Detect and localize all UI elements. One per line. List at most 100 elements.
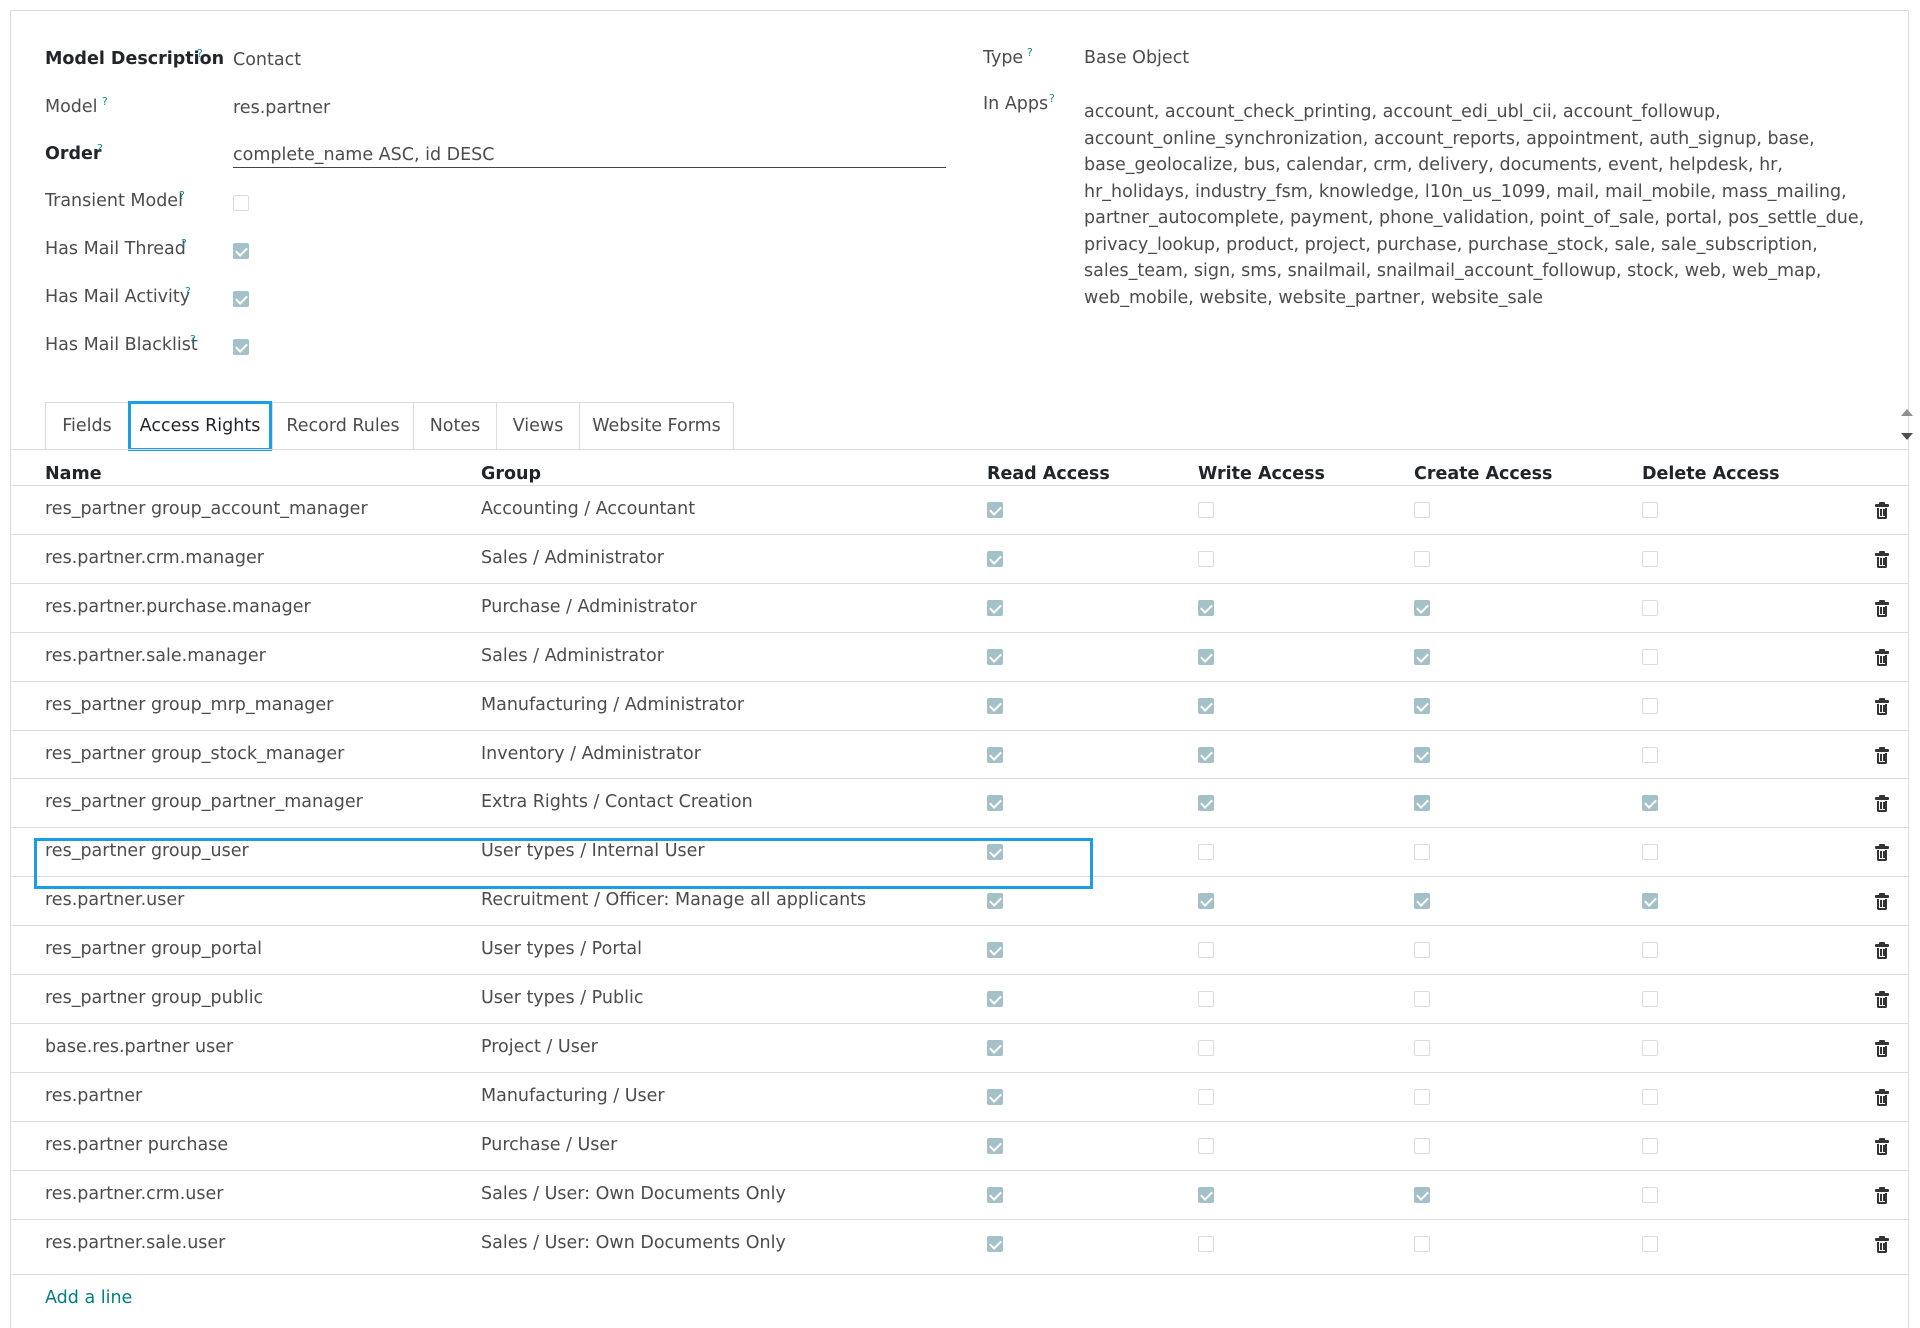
trash-icon[interactable]: [1875, 502, 1889, 519]
row-group[interactable]: Accounting / Accountant: [481, 499, 695, 519]
read-access-checkbox[interactable]: [987, 942, 1003, 958]
read-access-checkbox[interactable]: [987, 649, 1003, 665]
transient-model-checkbox[interactable]: [233, 195, 249, 211]
trash-icon[interactable]: [1875, 698, 1889, 715]
row-group[interactable]: Inventory / Administrator: [481, 744, 701, 764]
write-access-checkbox[interactable]: [1198, 1138, 1214, 1154]
write-access-checkbox[interactable]: [1198, 600, 1214, 616]
create-access-checkbox[interactable]: [1414, 942, 1430, 958]
row-name[interactable]: res.partner purchase: [45, 1135, 228, 1155]
row-name[interactable]: res.partner.sale.user: [45, 1233, 225, 1253]
caret-up-icon[interactable]: [1901, 409, 1913, 416]
create-access-checkbox[interactable]: [1414, 649, 1430, 665]
row-name[interactable]: base.res.partner user: [45, 1037, 233, 1057]
trash-icon[interactable]: [1875, 1187, 1889, 1204]
help-icon[interactable]: ?: [1027, 46, 1033, 59]
write-access-checkbox[interactable]: [1198, 502, 1214, 518]
table-row[interactable]: res_partner group_portal User types / Por…: [11, 925, 1908, 974]
table-row[interactable]: res.partner.crm.manager Sales / Administr…: [11, 534, 1908, 583]
row-name[interactable]: res.partner.user: [45, 890, 184, 910]
table-row[interactable]: res_partner group_account_manager Account…: [11, 485, 1908, 534]
row-group[interactable]: Manufacturing / User: [481, 1086, 665, 1106]
create-access-checkbox[interactable]: [1414, 1187, 1430, 1203]
column-header-group[interactable]: Group: [481, 464, 541, 484]
trash-icon[interactable]: [1875, 991, 1889, 1008]
trash-icon[interactable]: [1875, 942, 1889, 959]
delete-access-checkbox[interactable]: [1642, 649, 1658, 665]
column-header-write-access[interactable]: Write Access: [1198, 464, 1325, 484]
row-name[interactable]: res_partner group_stock_manager: [45, 744, 344, 764]
table-row[interactable]: res_partner group_stock_manager Inventory…: [11, 730, 1908, 779]
table-row[interactable]: res.partner.sale.user Sales / User: Own D…: [11, 1219, 1908, 1268]
delete-access-checkbox[interactable]: [1642, 795, 1658, 811]
trash-icon[interactable]: [1875, 600, 1889, 617]
tab-access-rights[interactable]: Access Rights: [128, 401, 272, 451]
row-group[interactable]: Sales / Administrator: [481, 646, 664, 666]
write-access-checkbox[interactable]: [1198, 1236, 1214, 1252]
write-access-checkbox[interactable]: [1198, 1040, 1214, 1056]
table-row[interactable]: base.res.partner user Project / User: [11, 1023, 1908, 1072]
write-access-checkbox[interactable]: [1198, 795, 1214, 811]
delete-access-checkbox[interactable]: [1642, 1187, 1658, 1203]
tab-fields[interactable]: Fields: [45, 402, 129, 450]
create-access-checkbox[interactable]: [1414, 600, 1430, 616]
row-name[interactable]: res.partner.purchase.manager: [45, 597, 311, 617]
column-header-delete-access[interactable]: Delete Access: [1642, 464, 1780, 484]
read-access-checkbox[interactable]: [987, 600, 1003, 616]
model-description-value[interactable]: Contact: [233, 50, 301, 70]
row-name[interactable]: res_partner group_public: [45, 988, 263, 1008]
delete-access-checkbox[interactable]: [1642, 991, 1658, 1007]
delete-access-checkbox[interactable]: [1642, 747, 1658, 763]
trash-icon[interactable]: [1875, 747, 1889, 764]
tab-notes[interactable]: Notes: [413, 402, 497, 450]
read-access-checkbox[interactable]: [987, 1187, 1003, 1203]
trash-icon[interactable]: [1875, 893, 1889, 910]
table-row[interactable]: res_partner group_public User types / Pub…: [11, 974, 1908, 1023]
write-access-checkbox[interactable]: [1198, 1187, 1214, 1203]
delete-access-checkbox[interactable]: [1642, 698, 1658, 714]
delete-access-checkbox[interactable]: [1642, 551, 1658, 567]
table-row[interactable]: res_partner group_mrp_manager Manufacturi…: [11, 681, 1908, 730]
read-access-checkbox[interactable]: [987, 1089, 1003, 1105]
delete-access-checkbox[interactable]: [1642, 600, 1658, 616]
delete-access-checkbox[interactable]: [1642, 1138, 1658, 1154]
column-header-name[interactable]: Name: [45, 464, 102, 484]
row-name[interactable]: res.partner.sale.manager: [45, 646, 266, 666]
help-icon[interactable]: ?: [179, 189, 185, 202]
write-access-checkbox[interactable]: [1198, 551, 1214, 567]
create-access-checkbox[interactable]: [1414, 1138, 1430, 1154]
create-access-checkbox[interactable]: [1414, 1236, 1430, 1252]
row-name[interactable]: res_partner group_partner_manager: [45, 792, 363, 812]
read-access-checkbox[interactable]: [987, 747, 1003, 763]
row-group[interactable]: Sales / User: Own Documents Only: [481, 1233, 786, 1253]
table-row[interactable]: res_partner group_partner_manager Extra R…: [11, 778, 1908, 827]
read-access-checkbox[interactable]: [987, 698, 1003, 714]
trash-icon[interactable]: [1875, 1040, 1889, 1057]
write-access-checkbox[interactable]: [1198, 747, 1214, 763]
tab-website-forms[interactable]: Website Forms: [579, 402, 734, 450]
row-group[interactable]: User types / Public: [481, 988, 643, 1008]
row-name[interactable]: res.partner: [45, 1086, 142, 1106]
read-access-checkbox[interactable]: [987, 1040, 1003, 1056]
row-name[interactable]: res_partner group_mrp_manager: [45, 695, 333, 715]
write-access-checkbox[interactable]: [1198, 649, 1214, 665]
table-row[interactable]: res.partner Manufacturing / User: [11, 1072, 1908, 1121]
column-header-read-access[interactable]: Read Access: [987, 464, 1110, 484]
help-icon[interactable]: ?: [102, 95, 108, 108]
row-group[interactable]: Manufacturing / Administrator: [481, 695, 744, 715]
has-mail-blacklist-checkbox[interactable]: [233, 339, 249, 355]
trash-icon[interactable]: [1875, 844, 1889, 861]
create-access-checkbox[interactable]: [1414, 1089, 1430, 1105]
delete-access-checkbox[interactable]: [1642, 1040, 1658, 1056]
write-access-checkbox[interactable]: [1198, 844, 1214, 860]
delete-access-checkbox[interactable]: [1642, 1089, 1658, 1105]
add-a-line-link[interactable]: Add a line: [45, 1288, 132, 1308]
trash-icon[interactable]: [1875, 1138, 1889, 1155]
create-access-checkbox[interactable]: [1414, 502, 1430, 518]
write-access-checkbox[interactable]: [1198, 1089, 1214, 1105]
help-icon[interactable]: ?: [181, 237, 187, 250]
trash-icon[interactable]: [1875, 649, 1889, 666]
tab-views[interactable]: Views: [496, 402, 580, 450]
trash-icon[interactable]: [1875, 795, 1889, 812]
write-access-checkbox[interactable]: [1198, 698, 1214, 714]
